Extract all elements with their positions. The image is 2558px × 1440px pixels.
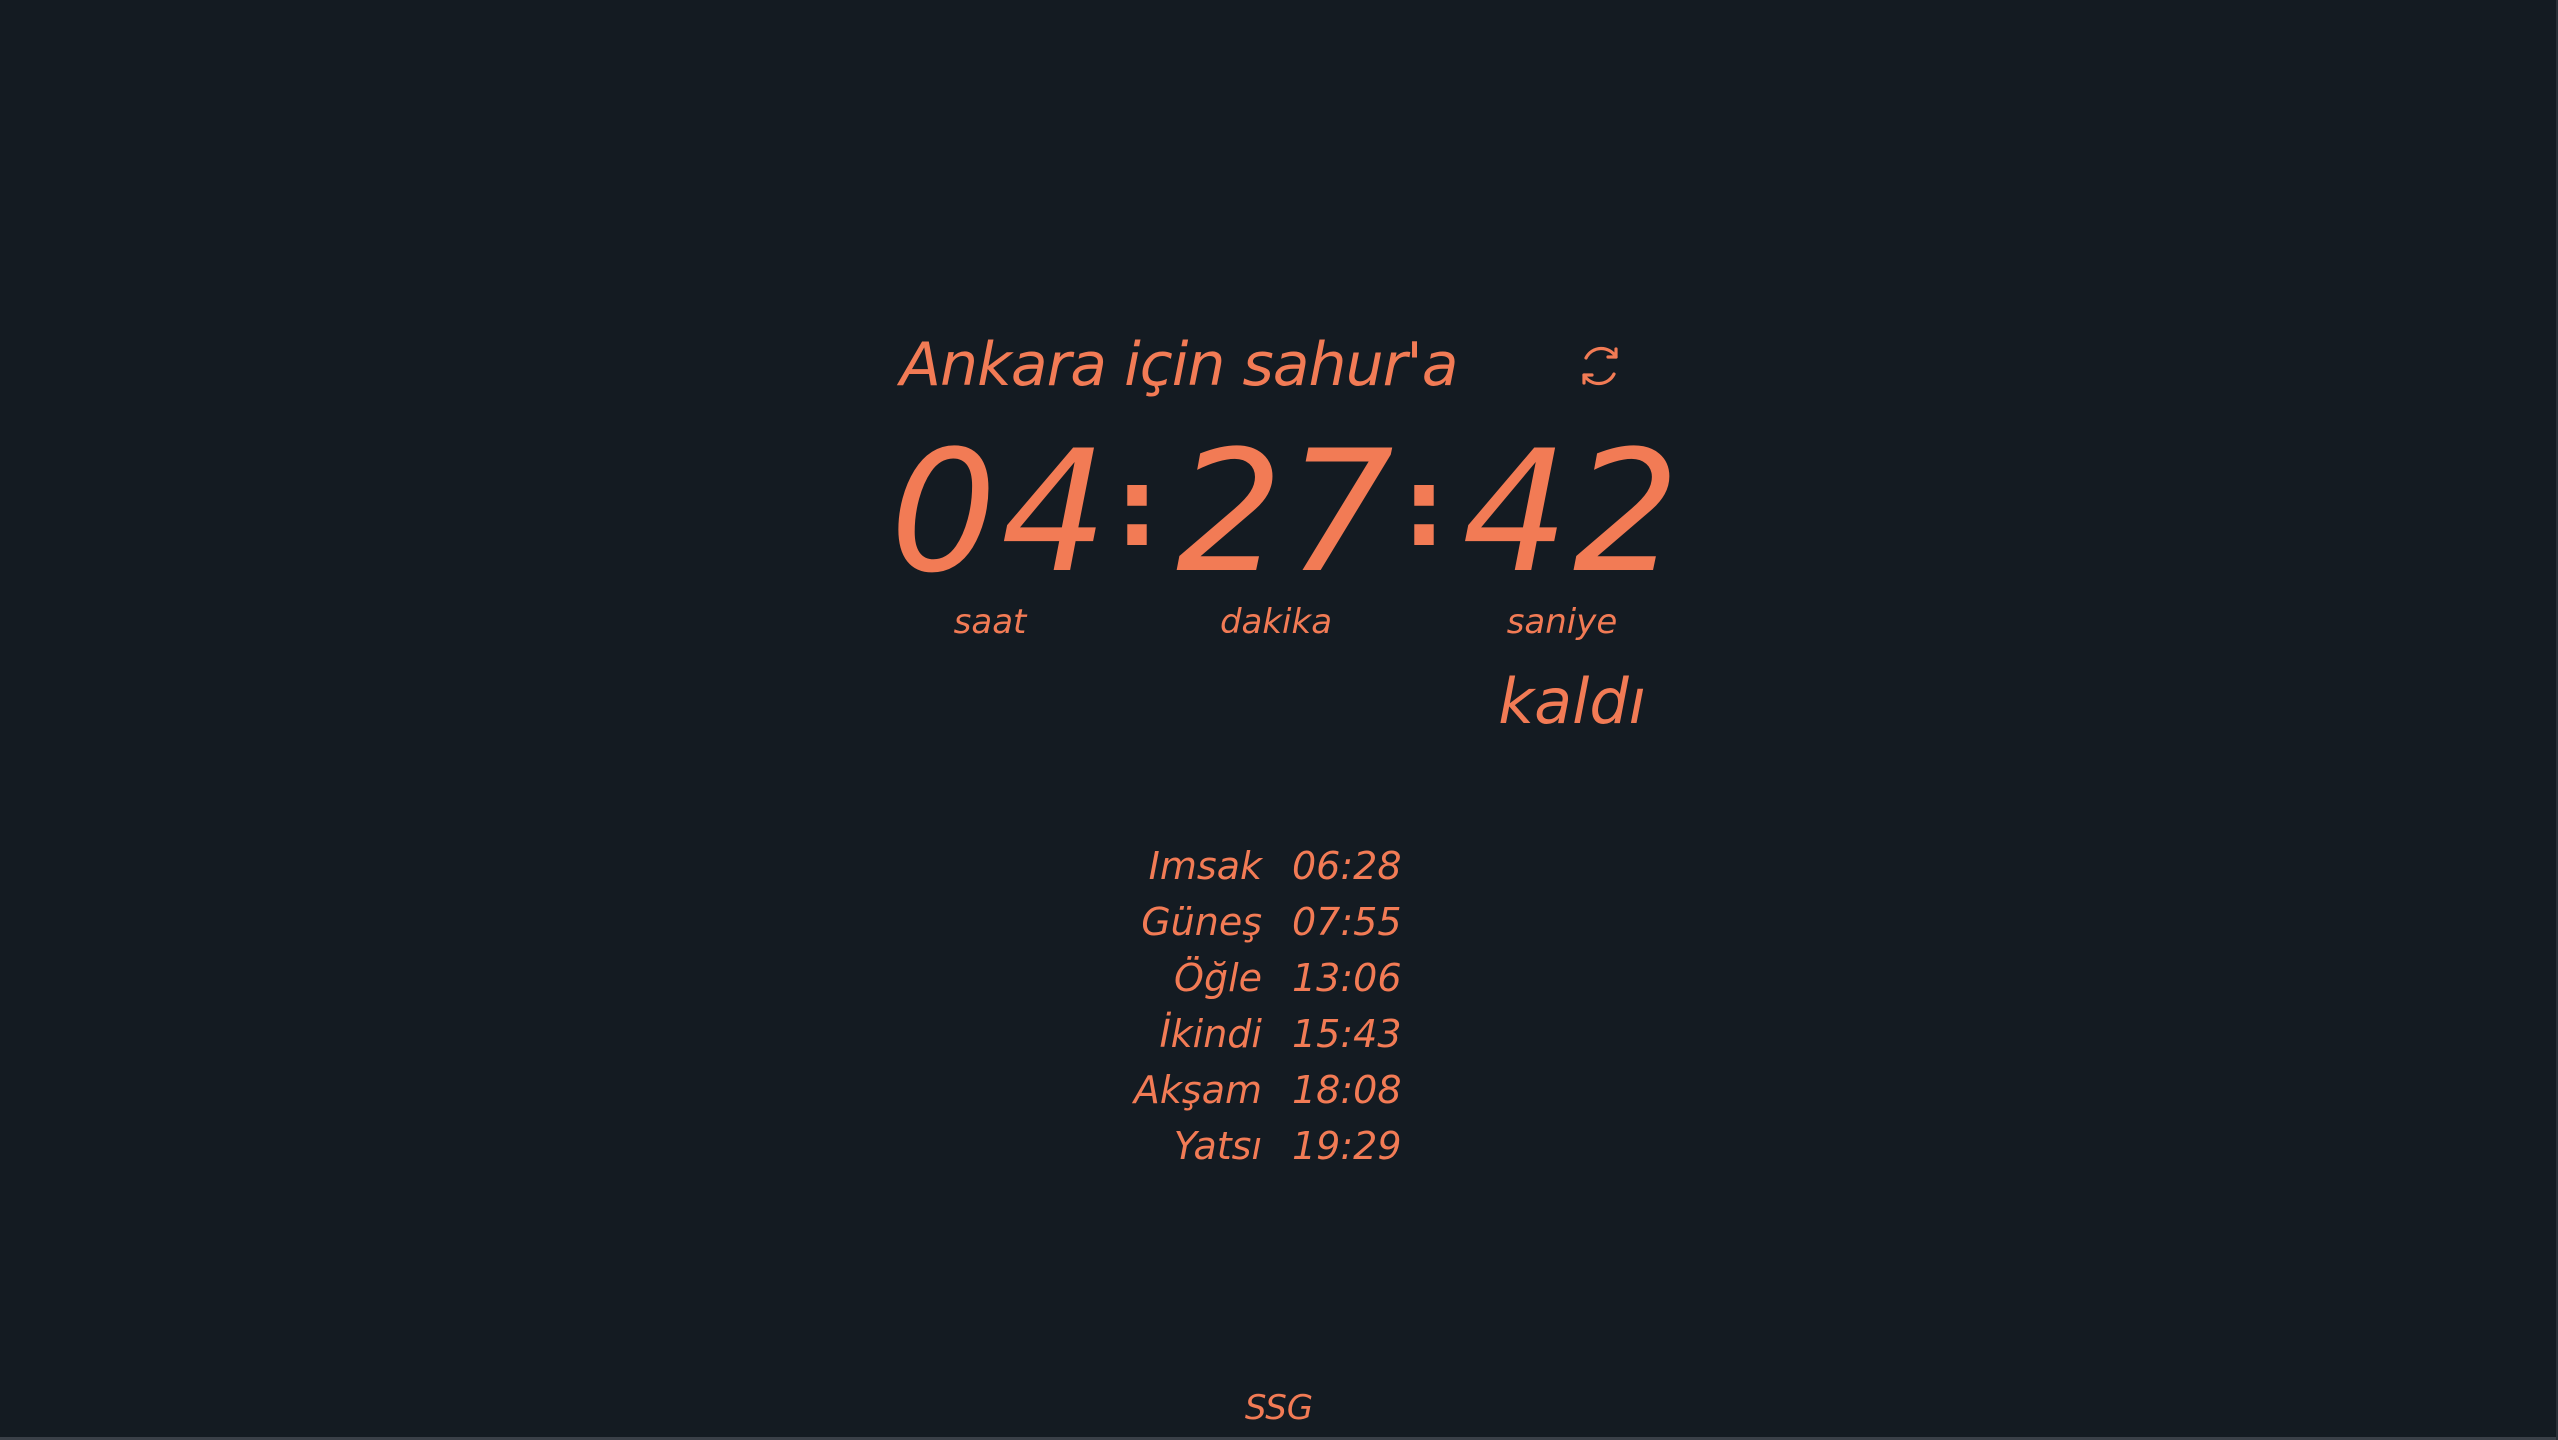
prayer-time: 19:29 (1292, 1124, 1402, 1168)
prayer-name: Imsak (1148, 844, 1262, 888)
minutes-value: 27 (1176, 414, 1398, 610)
prayer-times-list: Imsak 06:28 Güneş 07:55 Öğle 13:06 İkind… (1100, 838, 1500, 1174)
prayer-time: 06:28 (1292, 844, 1402, 888)
hours-unit: 04 saat (890, 414, 1112, 642)
prayer-name: İkindi (1159, 1012, 1262, 1056)
refresh-icon (1582, 346, 1618, 386)
remaining-label: kaldı (1498, 665, 1646, 738)
prayer-time: 13:06 (1292, 956, 1402, 1000)
page-title: Ankara için sahur'a (900, 330, 1459, 400)
prayer-name: Yatsı (1173, 1124, 1262, 1168)
prayer-name: Güneş (1141, 900, 1262, 944)
prayer-name: Akşam (1133, 1068, 1262, 1112)
prayer-time-row: İkindi 15:43 (1100, 1006, 1500, 1062)
seconds-value: 42 (1462, 414, 1684, 610)
footer-credit: SSG (1244, 1388, 1314, 1428)
time-separator: : (1115, 443, 1159, 571)
refresh-button[interactable] (1576, 342, 1624, 390)
minutes-unit: 27 dakika (1176, 414, 1398, 642)
countdown-timer: 04 saat : 27 dakika : 42 saniye (890, 428, 1680, 642)
prayer-time-row: Imsak 06:28 (1100, 838, 1500, 894)
prayer-time-row: Yatsı 19:29 (1100, 1118, 1500, 1174)
seconds-unit: 42 saniye (1462, 414, 1684, 642)
prayer-time: 07:55 (1292, 900, 1402, 944)
hours-value: 04 (890, 414, 1112, 610)
prayer-name: Öğle (1174, 956, 1262, 1000)
prayer-time-row: Akşam 18:08 (1100, 1062, 1500, 1118)
prayer-time-row: Öğle 13:06 (1100, 950, 1500, 1006)
time-separator: : (1402, 443, 1446, 571)
prayer-time: 18:08 (1292, 1068, 1402, 1112)
prayer-time-row: Güneş 07:55 (1100, 894, 1500, 950)
prayer-time: 15:43 (1292, 1012, 1402, 1056)
